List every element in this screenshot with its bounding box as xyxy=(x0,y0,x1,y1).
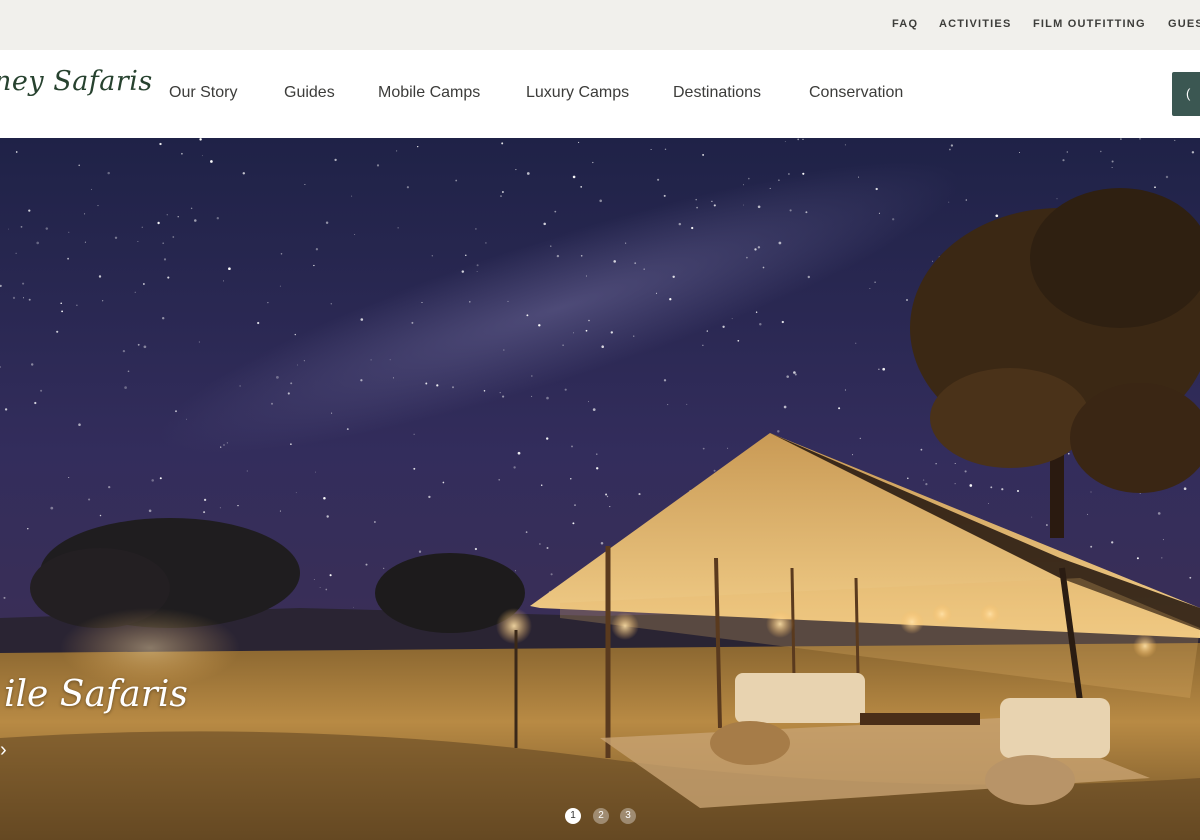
nav-destinations[interactable]: Destinations xyxy=(673,84,761,102)
hero-image xyxy=(0,138,1200,840)
hero-slider: ile Safaris › 1 2 3 xyxy=(0,138,1200,840)
nav-conservation[interactable]: Conservation xyxy=(809,84,903,102)
hero-title: ile Safaris xyxy=(4,674,188,715)
brand-logo[interactable]: ney Safaris xyxy=(0,66,153,97)
utility-link-activities[interactable]: ACTIVITIES xyxy=(939,18,1012,30)
hero-next-arrow[interactable]: › xyxy=(0,739,7,762)
slide-dot-2[interactable]: 2 xyxy=(593,808,609,824)
main-header: ney Safaris Our Story Guides Mobile Camp… xyxy=(0,50,1200,138)
utility-link-film-outfitting[interactable]: FILM OUTFITTING xyxy=(1033,18,1146,30)
nav-mobile-camps[interactable]: Mobile Camps xyxy=(378,84,480,102)
slide-dot-1[interactable]: 1 xyxy=(565,808,581,824)
utility-bar: FAQ ACTIVITIES FILM OUTFITTING GUES xyxy=(0,0,1200,50)
enquire-button[interactable]: ( xyxy=(1172,72,1200,116)
nav-our-story[interactable]: Our Story xyxy=(169,84,237,102)
utility-link-faq[interactable]: FAQ xyxy=(892,18,918,30)
enquire-button-label: ( xyxy=(1186,86,1191,101)
nav-luxury-camps[interactable]: Luxury Camps xyxy=(526,84,629,102)
nav-guides[interactable]: Guides xyxy=(284,84,335,102)
slide-dot-3[interactable]: 3 xyxy=(620,808,636,824)
utility-link-guest[interactable]: GUES xyxy=(1168,18,1200,30)
